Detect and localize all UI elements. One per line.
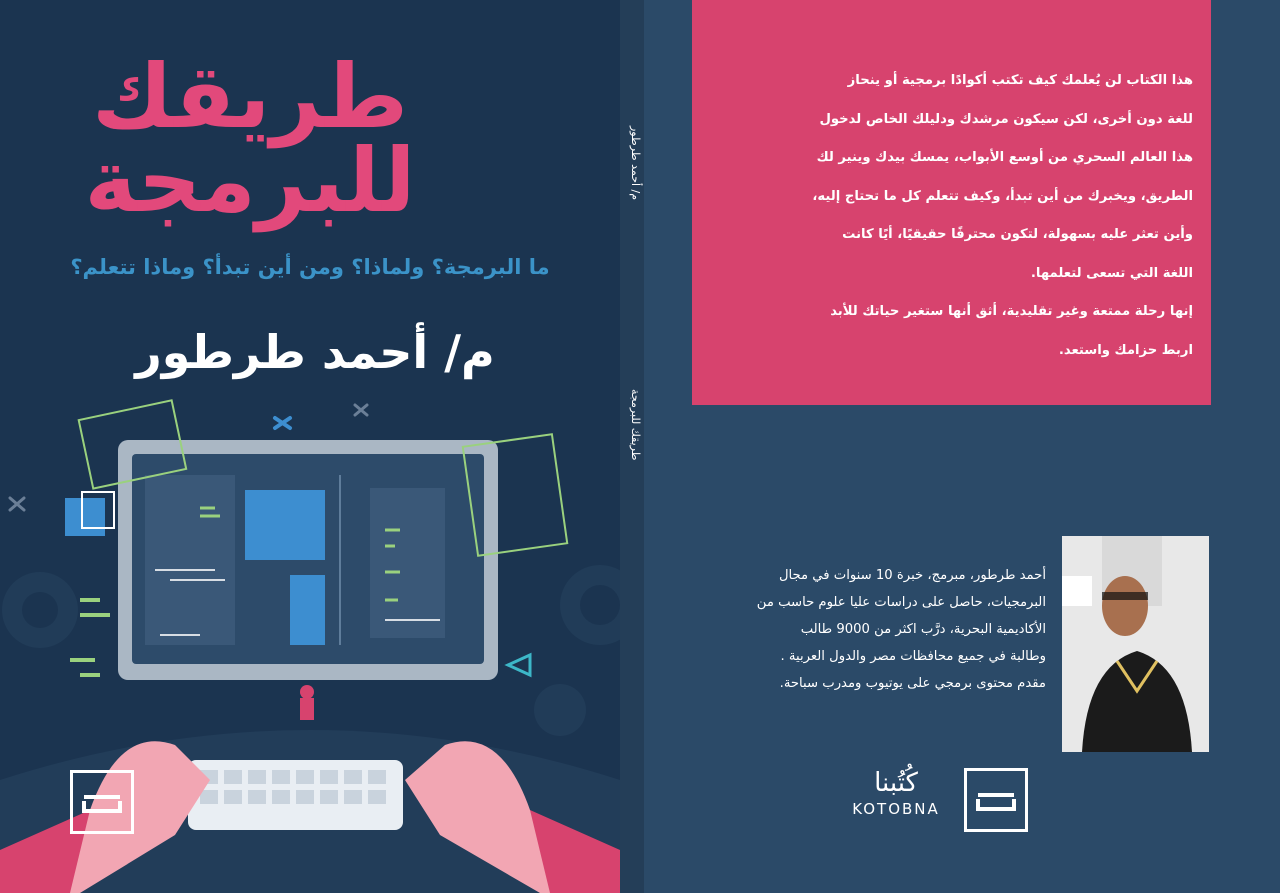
blurb-line: اربط حزامك واستعد. [1058,342,1193,358]
publisher-logo-back [964,768,1028,832]
blurb-box: هذا الكتاب لن يُعلمك كيف تكتب أكوادًا بر… [692,0,1211,405]
bio-line: أحمد طرطور، مبرمج، خبرة 10 سنوات في مجال [778,568,1046,583]
front-cover: طريقك للبرمجة ما البرمجة؟ ولماذا؟ ومن أي… [0,0,620,893]
bio-line: مقدم محتوى برمجي على يوتيوب ومدرب سباحة. [779,676,1046,691]
blurb-line: هذا العالم السحري من أوسع الأبواب، يمسك … [816,150,1193,165]
blurb-line: وأين تعثر عليه بسهولة، لتكون محترفًا حقي… [842,227,1193,242]
publisher-name-english: KOTOBNA [852,800,940,818]
blurb-line: الطريق، ويخبرك من أين تبدأ، وكيف تتعلم ك… [812,188,1193,204]
bio-line: الأكاديمية البحرية، درَّب اكثر من 9000 ط… [800,622,1046,637]
blurb-line: اللغة التي تسعى لتعلمها. [1030,265,1193,281]
publisher-logo-front [70,770,134,834]
blurb-line: هذا الكتاب لن يُعلمك كيف تكتب أكوادًا بر… [847,73,1193,88]
blurb-line: إنها رحلة ممتعة وغير تقليدية، أثق أنها س… [830,304,1193,319]
book-title: طريقك للبرمجة [84,45,416,232]
kotobna-logo-icon [82,795,122,813]
blurb-line: للغة دون أخرى، لكن سيكون مرشدك ودليلك ال… [819,111,1193,127]
publisher-name-arabic: كُتُبنا [874,768,918,798]
author-photo [1062,536,1209,752]
author-bio: أحمد طرطور، مبرمج، خبرة 10 سنوات في مجال… [680,562,1046,697]
book-subtitle: ما البرمجة؟ ولماذا؟ ومن أين تبدأ؟ وماذا … [70,255,550,279]
spine-author: م/ أحمد طرطور [629,125,642,200]
author-name: م/ أحمد طرطور [135,325,495,379]
bio-line: وطالبة في جميع محافظات مصر والدول العربي… [780,649,1046,664]
kotobna-logo-icon [976,793,1016,811]
spine-title: طريقك للبرمجة [629,388,642,461]
bio-line: البرمجيات، حاصل على دراسات عليا علوم حاس… [756,595,1046,610]
publisher-wordmark: كُتُبنا KOTOBNA [848,768,944,818]
